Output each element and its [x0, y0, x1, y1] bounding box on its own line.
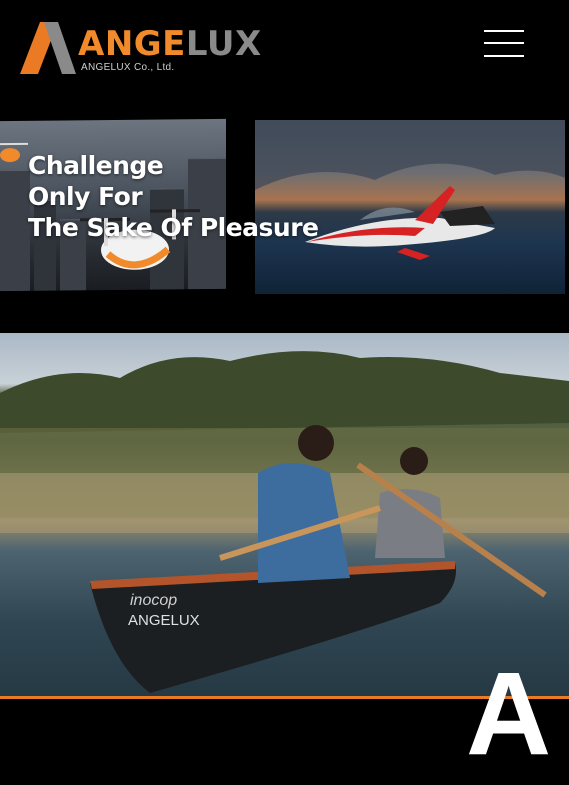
brand-wordmark: ANGELUX [78, 24, 262, 64]
hamburger-icon [484, 30, 524, 32]
brand-company-name: ANGELUX Co., Ltd. [81, 62, 175, 73]
drone-small-icon [0, 142, 28, 163]
site-header: ANGELUX ANGELUX Co., Ltd. [0, 0, 569, 100]
canoe-lake-scene-icon: inocop ANGELUX [0, 351, 569, 693]
boat-text-angelux: ANGELUX [128, 612, 200, 629]
slider-headline: Challenge Only For The Sake Of Pleasure [28, 151, 319, 242]
hero-image-canoe: inocop ANGELUX [0, 333, 569, 696]
image-slider[interactable]: Challenge Only For The Sake Of Pleasure [0, 118, 569, 300]
logo-a-mark-icon [20, 22, 76, 74]
brand-logo[interactable]: ANGELUX ANGELUX Co., Ltd. [20, 22, 261, 76]
section-letter: A [466, 648, 552, 780]
boat-text-inocop: inocop [130, 592, 177, 609]
hamburger-menu-button[interactable] [484, 28, 526, 60]
